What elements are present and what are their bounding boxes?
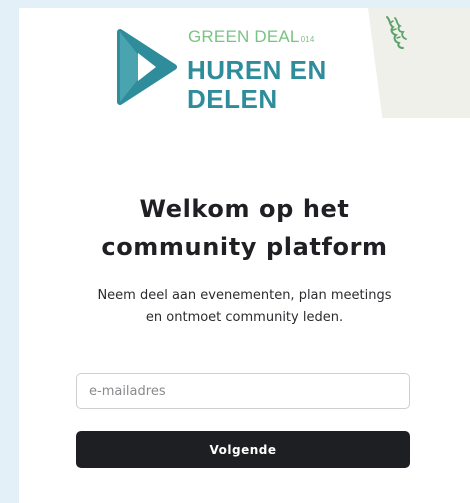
email-input[interactable] (76, 373, 410, 409)
page-title-line2: community platform (101, 233, 388, 261)
logo-title-line3: DELEN (187, 84, 278, 114)
page-title-line1: Welkom op het (139, 195, 350, 223)
logo-title-line1: GREEN DEAL014 (188, 27, 315, 47)
logo-title-line2: HUREN EN (187, 55, 327, 85)
play-triangle-logo (117, 29, 177, 105)
logo-green-deal: GREEN DEAL (188, 27, 300, 46)
page-subtitle-line2: en ontmoet community leden. (145, 310, 344, 325)
page-subtitle: Neem deel aan evenementen, plan meetings… (19, 285, 470, 329)
login-card: GREEN DEAL014 HUREN EN DELEN Welkom op h… (19, 8, 470, 503)
flemish-lion-icon (386, 16, 407, 49)
logo-suffix: 014 (300, 35, 315, 44)
page-title: Welkom op het community platform (19, 190, 470, 266)
page-subtitle-line1: Neem deel aan evenementen, plan meetings (97, 288, 392, 303)
next-button[interactable]: Volgende (76, 431, 410, 468)
